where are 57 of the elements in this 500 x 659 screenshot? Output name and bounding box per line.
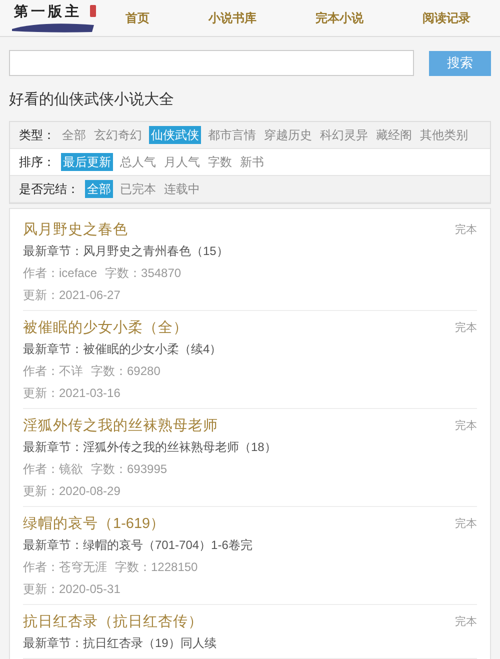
seal-icon xyxy=(90,5,96,17)
book-title[interactable]: 淫狐外传之我的丝袜熟母老师 xyxy=(23,416,218,436)
status-label: 完本 xyxy=(455,516,477,532)
filter-option[interactable]: 玄幻奇幻 xyxy=(93,126,143,144)
latest-chapter[interactable]: 最新章节：淫狐外传之我的丝袜熟母老师（18） xyxy=(23,436,477,458)
status-label: 完本 xyxy=(455,614,477,630)
filter-option[interactable]: 全部 xyxy=(61,126,87,144)
page-title: 好看的仙侠武侠小说大全 xyxy=(9,90,175,110)
filter-option[interactable]: 穿越历史 xyxy=(263,126,313,144)
filter-option[interactable]: 字数 xyxy=(207,152,233,170)
logo-ink-stroke-icon xyxy=(10,21,94,33)
filter-option[interactable]: 科幻灵异 xyxy=(319,126,369,144)
filter-option[interactable]: 最后更新 xyxy=(61,152,113,170)
filter-option[interactable]: 新书 xyxy=(239,152,265,170)
filter-label: 排序： xyxy=(19,154,55,170)
filter-option[interactable]: 总人气 xyxy=(119,152,157,170)
nav-link[interactable]: 首页 xyxy=(126,9,150,27)
filter-label: 是否完结： xyxy=(19,180,79,198)
update-date: 更新：2020-08-29 xyxy=(23,482,122,500)
filter-option[interactable]: 已完本 xyxy=(119,180,157,198)
nav-link[interactable]: 小说书库 xyxy=(208,9,256,27)
nav-link[interactable]: 阅读记录 xyxy=(422,9,470,27)
update-date: 更新：2020-05-31 xyxy=(23,580,122,598)
filter-option[interactable]: 都市言情 xyxy=(207,126,257,144)
word-count: 字数：1228150 xyxy=(115,558,198,576)
update-date: 更新：2021-06-27 xyxy=(23,286,122,304)
word-count: 字数：354870 xyxy=(105,264,182,282)
status-label: 完本 xyxy=(455,418,477,434)
logo[interactable]: 第一版主 xyxy=(8,3,96,33)
latest-chapter[interactable]: 最新章节：绿帽的哀号（701-704）1-6卷完 xyxy=(23,534,477,556)
latest-chapter[interactable]: 最新章节：抗日红杏录（19）同人续 xyxy=(23,632,477,654)
search-field[interactable] xyxy=(9,50,414,76)
logo-text: 第一版主 xyxy=(14,5,82,19)
book-title[interactable]: 抗日红杏录（抗日红杏传） xyxy=(23,612,203,632)
update-date: 更新：2021-03-16 xyxy=(23,384,122,402)
search-button[interactable]: 搜索 xyxy=(429,50,491,76)
word-count: 字数：693995 xyxy=(91,460,168,478)
filter-label: 类型： xyxy=(19,126,55,144)
status-label: 完本 xyxy=(455,320,477,336)
book-title[interactable]: 风月野史之春色 xyxy=(23,220,128,240)
author-text: 作者：iceface xyxy=(23,264,98,282)
latest-chapter[interactable]: 最新章节：风月野史之青州春色（15） xyxy=(23,240,477,262)
filter-option[interactable]: 仙侠武侠 xyxy=(149,126,201,144)
author-text: 作者：镜欲 xyxy=(23,460,83,478)
filter-option[interactable]: 月人气 xyxy=(163,152,201,170)
nav-link[interactable]: 完本小说 xyxy=(316,9,364,27)
book-title[interactable]: 被催眠的少女小柔（全） xyxy=(23,318,188,338)
latest-chapter[interactable]: 最新章节：被催眠的少女小柔（续4） xyxy=(23,338,477,360)
author-text: 作者：苍穹无涯 xyxy=(23,558,107,576)
filter-option[interactable]: 其他类别 xyxy=(419,126,469,144)
word-count: 字数：69280 xyxy=(91,362,160,380)
filter-option[interactable]: 全部 xyxy=(85,180,113,198)
status-label: 完本 xyxy=(455,222,477,238)
filter-option[interactable]: 藏经阁 xyxy=(375,126,413,144)
book-title[interactable]: 绿帽的哀号（1-619） xyxy=(23,514,166,534)
filter-option[interactable]: 连载中 xyxy=(163,180,201,198)
author-text: 作者：不详 xyxy=(23,362,83,380)
